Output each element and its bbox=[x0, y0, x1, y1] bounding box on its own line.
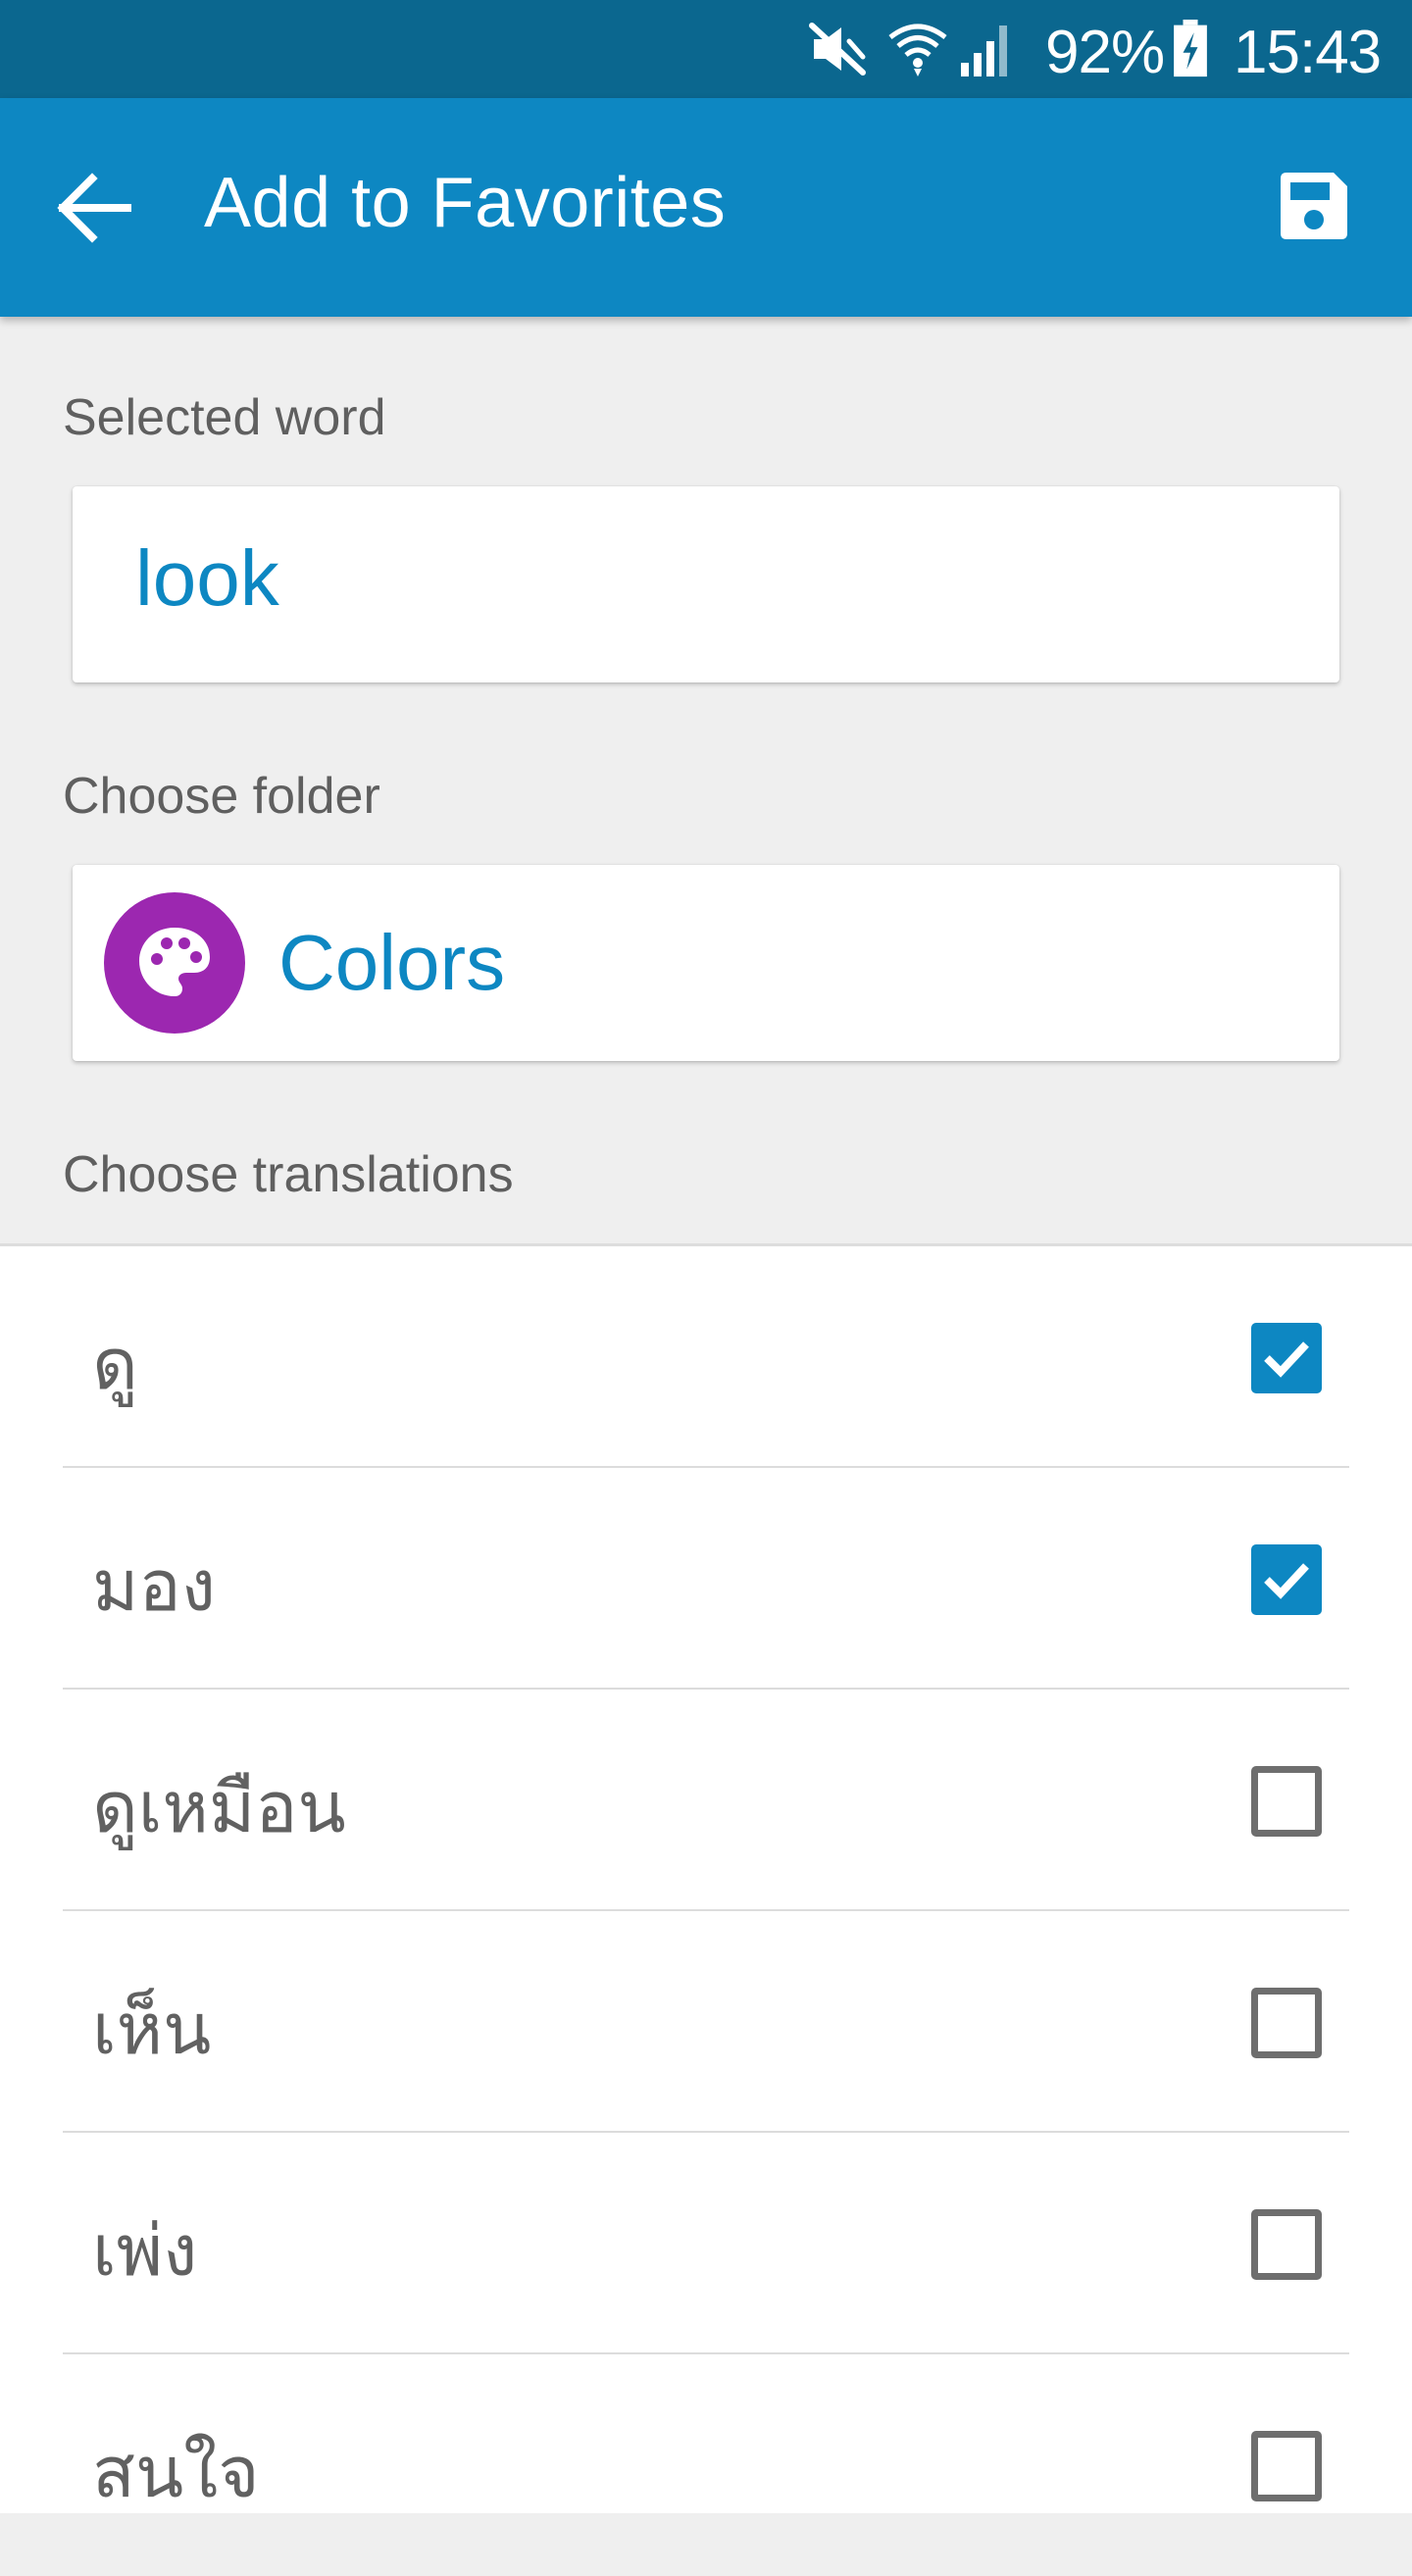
translation-checkbox[interactable] bbox=[1251, 1988, 1322, 2058]
translation-item[interactable]: ดูเหมือน bbox=[63, 1690, 1349, 1911]
translations-list: ดู มอง ดูเหมือน เห็น เพ่ง สนใจ bbox=[0, 1243, 1412, 2513]
app-bar: Add to Favorites bbox=[0, 98, 1412, 317]
arrow-back-icon bbox=[57, 173, 131, 243]
choose-folder-label: Choose folder bbox=[63, 768, 380, 825]
translation-item[interactable]: เพ่ง bbox=[63, 2133, 1349, 2354]
folder-icon-badge bbox=[104, 892, 245, 1034]
selected-word-label: Selected word bbox=[63, 389, 386, 446]
back-button[interactable] bbox=[47, 159, 145, 257]
translation-item[interactable]: มอง bbox=[63, 1468, 1349, 1690]
translation-label: เพ่ง bbox=[92, 2209, 198, 2292]
mute-icon bbox=[809, 23, 866, 76]
translation-checkbox[interactable] bbox=[1251, 2431, 1322, 2501]
save-button[interactable] bbox=[1265, 157, 1363, 255]
save-icon bbox=[1281, 173, 1347, 239]
translation-checkbox[interactable] bbox=[1251, 2209, 1322, 2280]
checkmark-icon bbox=[1264, 1563, 1309, 1599]
wifi-icon bbox=[888, 24, 947, 76]
signal-icon bbox=[961, 25, 1007, 76]
translation-item[interactable]: สนใจ bbox=[63, 2354, 1349, 2576]
selected-word-card[interactable] bbox=[73, 486, 1339, 682]
translation-checkbox[interactable] bbox=[1251, 1766, 1322, 1837]
translation-label: ดู bbox=[92, 1323, 138, 1405]
translation-label: มอง bbox=[92, 1544, 216, 1627]
battery-percent: 92% bbox=[1045, 19, 1165, 86]
translation-label: ดูเหมือน bbox=[92, 1766, 346, 1848]
translation-label: สนใจ bbox=[92, 2431, 260, 2513]
translation-item[interactable]: ดู bbox=[63, 1246, 1349, 1468]
translation-checkbox[interactable] bbox=[1251, 1544, 1322, 1615]
palette-icon bbox=[139, 928, 210, 996]
checkmark-icon bbox=[1264, 1341, 1309, 1378]
choose-translations-label: Choose translations bbox=[63, 1146, 514, 1203]
translation-item[interactable]: เห็น bbox=[63, 1911, 1349, 2133]
folder-name: Colors bbox=[278, 919, 506, 1006]
battery-charging-icon bbox=[1174, 20, 1207, 77]
folder-selector[interactable]: Colors bbox=[73, 865, 1339, 1061]
status-bar: 92% 15:43 bbox=[0, 0, 1412, 98]
translation-checkbox[interactable] bbox=[1251, 1323, 1322, 1393]
clock: 15:43 bbox=[1234, 19, 1382, 86]
selected-word-input[interactable] bbox=[135, 533, 1273, 624]
translation-label: เห็น bbox=[92, 1988, 212, 2070]
page-title: Add to Favorites bbox=[204, 164, 727, 242]
